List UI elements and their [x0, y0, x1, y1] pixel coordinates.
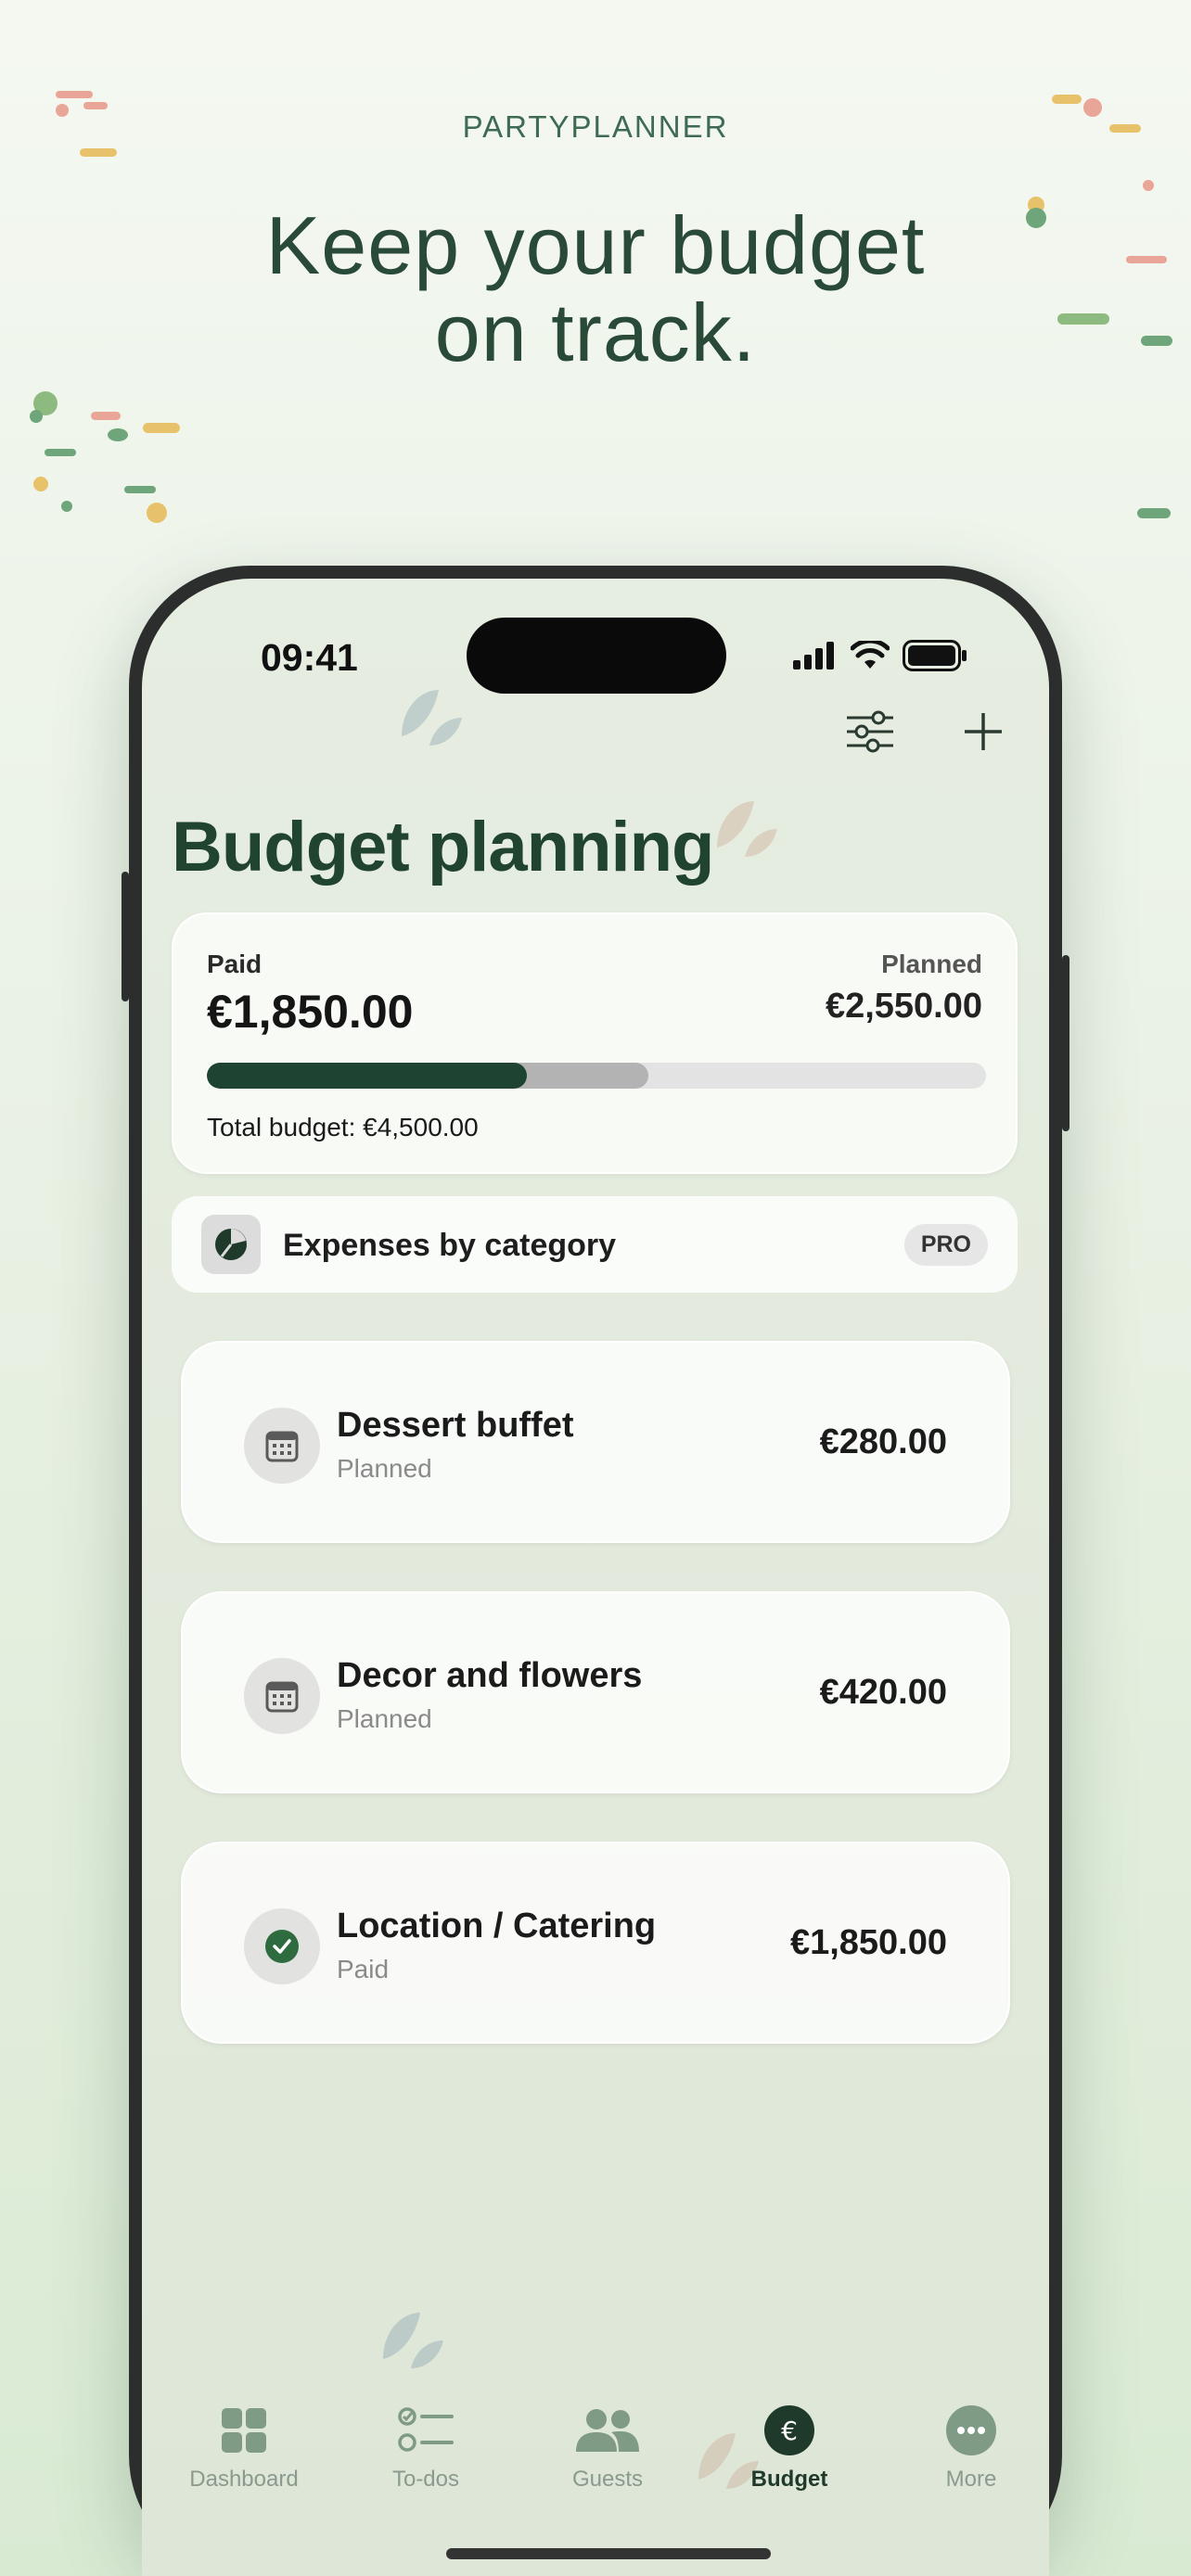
- expense-status: Planned: [337, 1454, 432, 1483]
- check-circle-icon: [244, 1908, 320, 1984]
- euro-icon: €: [706, 2402, 873, 2459]
- total-budget-text: Total budget: €4,500.00: [207, 1113, 479, 1141]
- marketing-headline: Keep your budget on track.: [0, 202, 1191, 376]
- expense-card[interactable]: Location / Catering Paid €1,850.00: [181, 1842, 1010, 2044]
- wifi-icon: [851, 641, 890, 669]
- expense-card[interactable]: Decor and flowers Planned €420.00: [181, 1591, 1010, 1793]
- plus-icon: [965, 713, 1002, 750]
- leaf-decoration-icon: [717, 801, 777, 857]
- tab-label: To-dos: [391, 2467, 460, 2492]
- expense-name: Decor and flowers: [337, 1656, 643, 1695]
- paid-label: Paid: [207, 950, 263, 978]
- leaf-decoration-icon: [383, 2313, 443, 2368]
- pie-chart-icon: [201, 1215, 261, 1274]
- pro-badge: PRO: [903, 1224, 988, 1266]
- checklist-icon: [342, 2402, 509, 2459]
- phone-frame: 09:41 Budget planning Paid Planned €1,85…: [122, 566, 1069, 2576]
- headline-line-2: on track.: [434, 287, 757, 378]
- tab-guests[interactable]: Guests: [524, 2402, 691, 2493]
- tab-label: Guests: [571, 2467, 644, 2492]
- tab-dashboard[interactable]: Dashboard: [160, 2402, 327, 2493]
- expenses-by-category-row[interactable]: Expenses by category PRO: [172, 1196, 1018, 1293]
- budget-summary-card: Paid Planned €1,850.00 €2,550.00 Total b…: [172, 912, 1018, 1174]
- budget-progress-bar: [207, 1063, 986, 1089]
- tab-budget[interactable]: € Budget: [706, 2402, 873, 2493]
- expense-status: Paid: [337, 1955, 390, 1983]
- tab-label: Dashboard: [189, 2467, 299, 2492]
- expense-amount: €420.00: [819, 1673, 947, 1712]
- page-title: Budget planning: [172, 808, 714, 886]
- expense-amount: €1,850.00: [789, 1923, 947, 1962]
- tab-todos[interactable]: To-dos: [342, 2402, 509, 2493]
- planned-amount: €2,550.00: [825, 987, 982, 1026]
- status-icons: [793, 640, 967, 671]
- leaf-decoration-icon: [402, 690, 462, 746]
- expenses-by-category-label: Expenses by category: [283, 1228, 617, 1263]
- planned-label: Planned: [881, 950, 982, 978]
- tab-label: More: [945, 2467, 997, 2492]
- calendar-icon: [244, 1658, 320, 1734]
- tab-more[interactable]: More: [888, 2402, 1049, 2493]
- grid-icon: [160, 2402, 327, 2459]
- more-icon: [888, 2402, 1049, 2459]
- status-time: 09:41: [261, 636, 358, 679]
- tab-bar: Dashboard To-dos Guests € Budget More: [142, 2402, 1049, 2531]
- headline-line-1: Keep your budget: [265, 199, 926, 291]
- expense-card[interactable]: Dessert buffet Planned €280.00: [181, 1341, 1010, 1543]
- home-indicator[interactable]: [446, 2548, 771, 2559]
- paid-amount: €1,850.00: [207, 986, 414, 1038]
- cellular-signal-icon: [793, 642, 834, 670]
- expense-name: Location / Catering: [337, 1906, 657, 1945]
- paid-progress-fill: [207, 1063, 528, 1089]
- expense-name: Dessert buffet: [337, 1406, 574, 1445]
- calendar-icon: [244, 1408, 320, 1484]
- svg-text:€: €: [781, 2416, 798, 2446]
- sliders-icon: [847, 710, 893, 753]
- dynamic-island: [467, 618, 726, 694]
- expense-status: Planned: [337, 1704, 432, 1733]
- tab-label: Budget: [750, 2467, 828, 2492]
- app-screen: 09:41 Budget planning Paid Planned €1,85…: [142, 579, 1049, 2576]
- people-icon: [524, 2402, 691, 2459]
- expense-amount: €280.00: [819, 1422, 947, 1461]
- battery-icon: [903, 640, 967, 671]
- brand-label: PARTYPLANNER: [462, 109, 729, 144]
- add-expense-button[interactable]: [951, 699, 1016, 764]
- filter-button[interactable]: [838, 699, 903, 764]
